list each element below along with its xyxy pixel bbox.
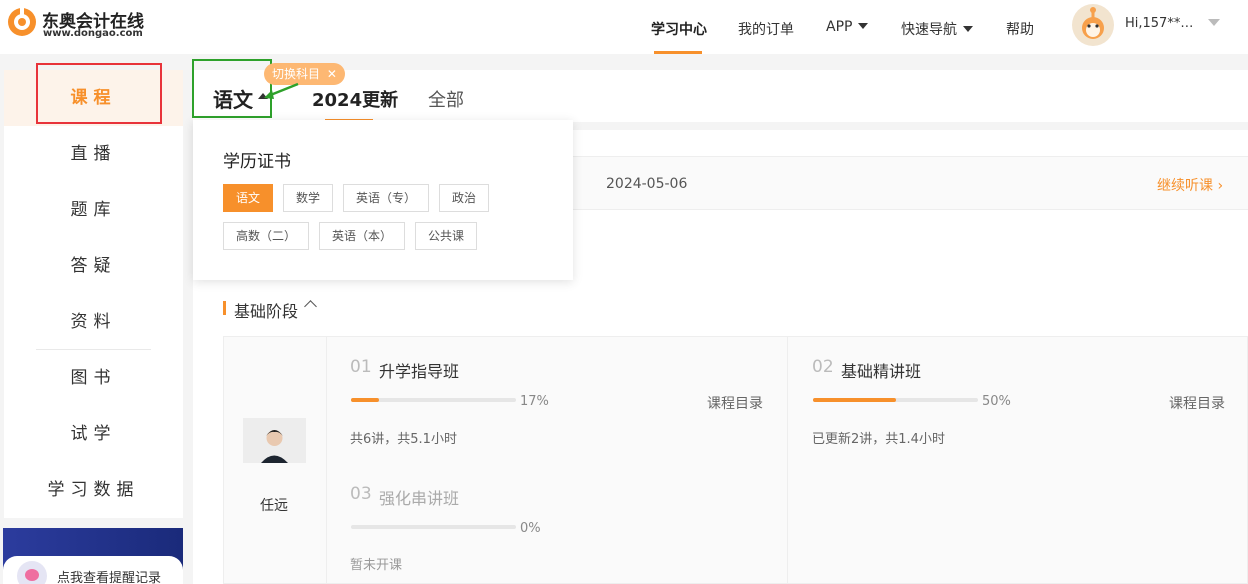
section-marker [223,301,226,315]
course-progress-fill [351,398,380,402]
continue-learning-label: 继续听课 [1157,178,1213,194]
sidebar-item-materials[interactable]: 资料 [4,294,183,350]
reminder-mascot-icon [17,561,47,584]
course-catalog-link[interactable]: 课程目录 [1169,393,1225,413]
avatar[interactable] [1072,4,1114,46]
avatar-icon [1082,7,1104,39]
nav-my-orders[interactable]: 我的订单 [738,19,794,39]
sidebar-item-study-data[interactable]: 学习数据 [4,462,183,518]
course-progress-percent: 0% [520,521,541,536]
teacher-photo [243,418,306,463]
sidebar-item-books[interactable]: 图书 [4,350,183,406]
chevron-right-icon: › [1217,178,1224,194]
subject-chip[interactable]: 英语（本） [319,222,405,250]
subject-chip[interactable]: 公共课 [415,222,477,250]
course-progress-percent: 17% [520,394,549,409]
course-meta: 暂未开课 [350,558,403,573]
section-title[interactable]: 基础阶段 [234,298,298,322]
sidebar: 课程 直播 题库 答疑 资料 图书 试学 学习数据 [4,70,183,518]
close-icon[interactable]: ✕ [327,67,337,81]
user-name[interactable]: Hi,157**… [1125,16,1193,31]
column-divider [787,336,788,584]
tab-2024-update[interactable]: 2024更新 [312,86,398,112]
course-progress-bar [351,525,516,529]
course-number: 01 [350,357,372,377]
course-progress-bar [351,398,516,402]
course-name[interactable]: 基础精讲班 [841,358,921,382]
nav-help[interactable]: 帮助 [1006,19,1034,39]
course-card [223,336,1248,584]
highlight-box-red [36,63,162,124]
subject-chip[interactable]: 语文 [223,184,273,212]
user-menu-chevron-icon[interactable] [1208,19,1220,26]
last-study-date: 2024-05-06 [606,176,688,192]
course-meta: 共6讲，共5.1小时 [350,432,457,447]
course-number: 03 [350,484,372,504]
nav-quick-navigation[interactable]: 快速导航 [901,19,973,39]
course-name[interactable]: 强化串讲班 [379,485,459,509]
subject-chip[interactable]: 政治 [439,184,489,212]
reminder-bubble[interactable]: 点我查看提醒记录 [3,556,183,584]
course-number: 02 [812,357,834,377]
subject-dropdown: 学历证书 语文 数学 英语（专） 政治 高数（二） 英语（本） 公共课 [193,120,573,280]
course-meta: 已更新2讲，共1.4小时 [812,432,945,447]
teacher-name: 任远 [260,498,288,514]
logo-url: www.dongao.com [43,28,143,39]
subject-chip[interactable]: 高数（二） [223,222,309,250]
annotation-arrow-icon [264,82,299,99]
dongao-logo-icon[interactable] [6,4,38,42]
teacher-portrait-icon [243,418,306,463]
nav-app[interactable]: APP [826,19,869,35]
sidebar-item-live[interactable]: 直播 [4,126,183,182]
chevron-down-icon [858,23,869,29]
sidebar-item-qa[interactable]: 答疑 [4,238,183,294]
dropdown-category-title: 学历证书 [223,152,291,172]
continue-learning-link[interactable]: 继续听课 › [1157,175,1223,195]
reminder-text: 点我查看提醒记录 [57,571,162,584]
subject-chip[interactable]: 英语（专） [343,184,429,212]
sidebar-item-trial[interactable]: 试学 [4,406,183,462]
subject-chip[interactable]: 数学 [283,184,333,212]
nav-study-center[interactable]: 学习中心 [651,19,707,39]
course-progress-bar [813,398,978,402]
chevron-down-icon [963,26,973,32]
course-catalog-link[interactable]: 课程目录 [707,393,763,413]
course-progress-fill [813,398,896,402]
tab-all[interactable]: 全部 [428,86,464,112]
nav-app-label: APP [826,19,853,35]
nav-quick-navigation-label: 快速导航 [901,22,957,38]
nav-active-indicator [654,51,702,54]
course-progress-percent: 50% [982,394,1011,409]
course-name[interactable]: 升学指导班 [379,358,459,382]
top-header: 东奥会计在线 www.dongao.com 学习中心 我的订单 APP 快速导航… [0,0,1248,54]
sidebar-item-question-bank[interactable]: 题库 [4,182,183,238]
